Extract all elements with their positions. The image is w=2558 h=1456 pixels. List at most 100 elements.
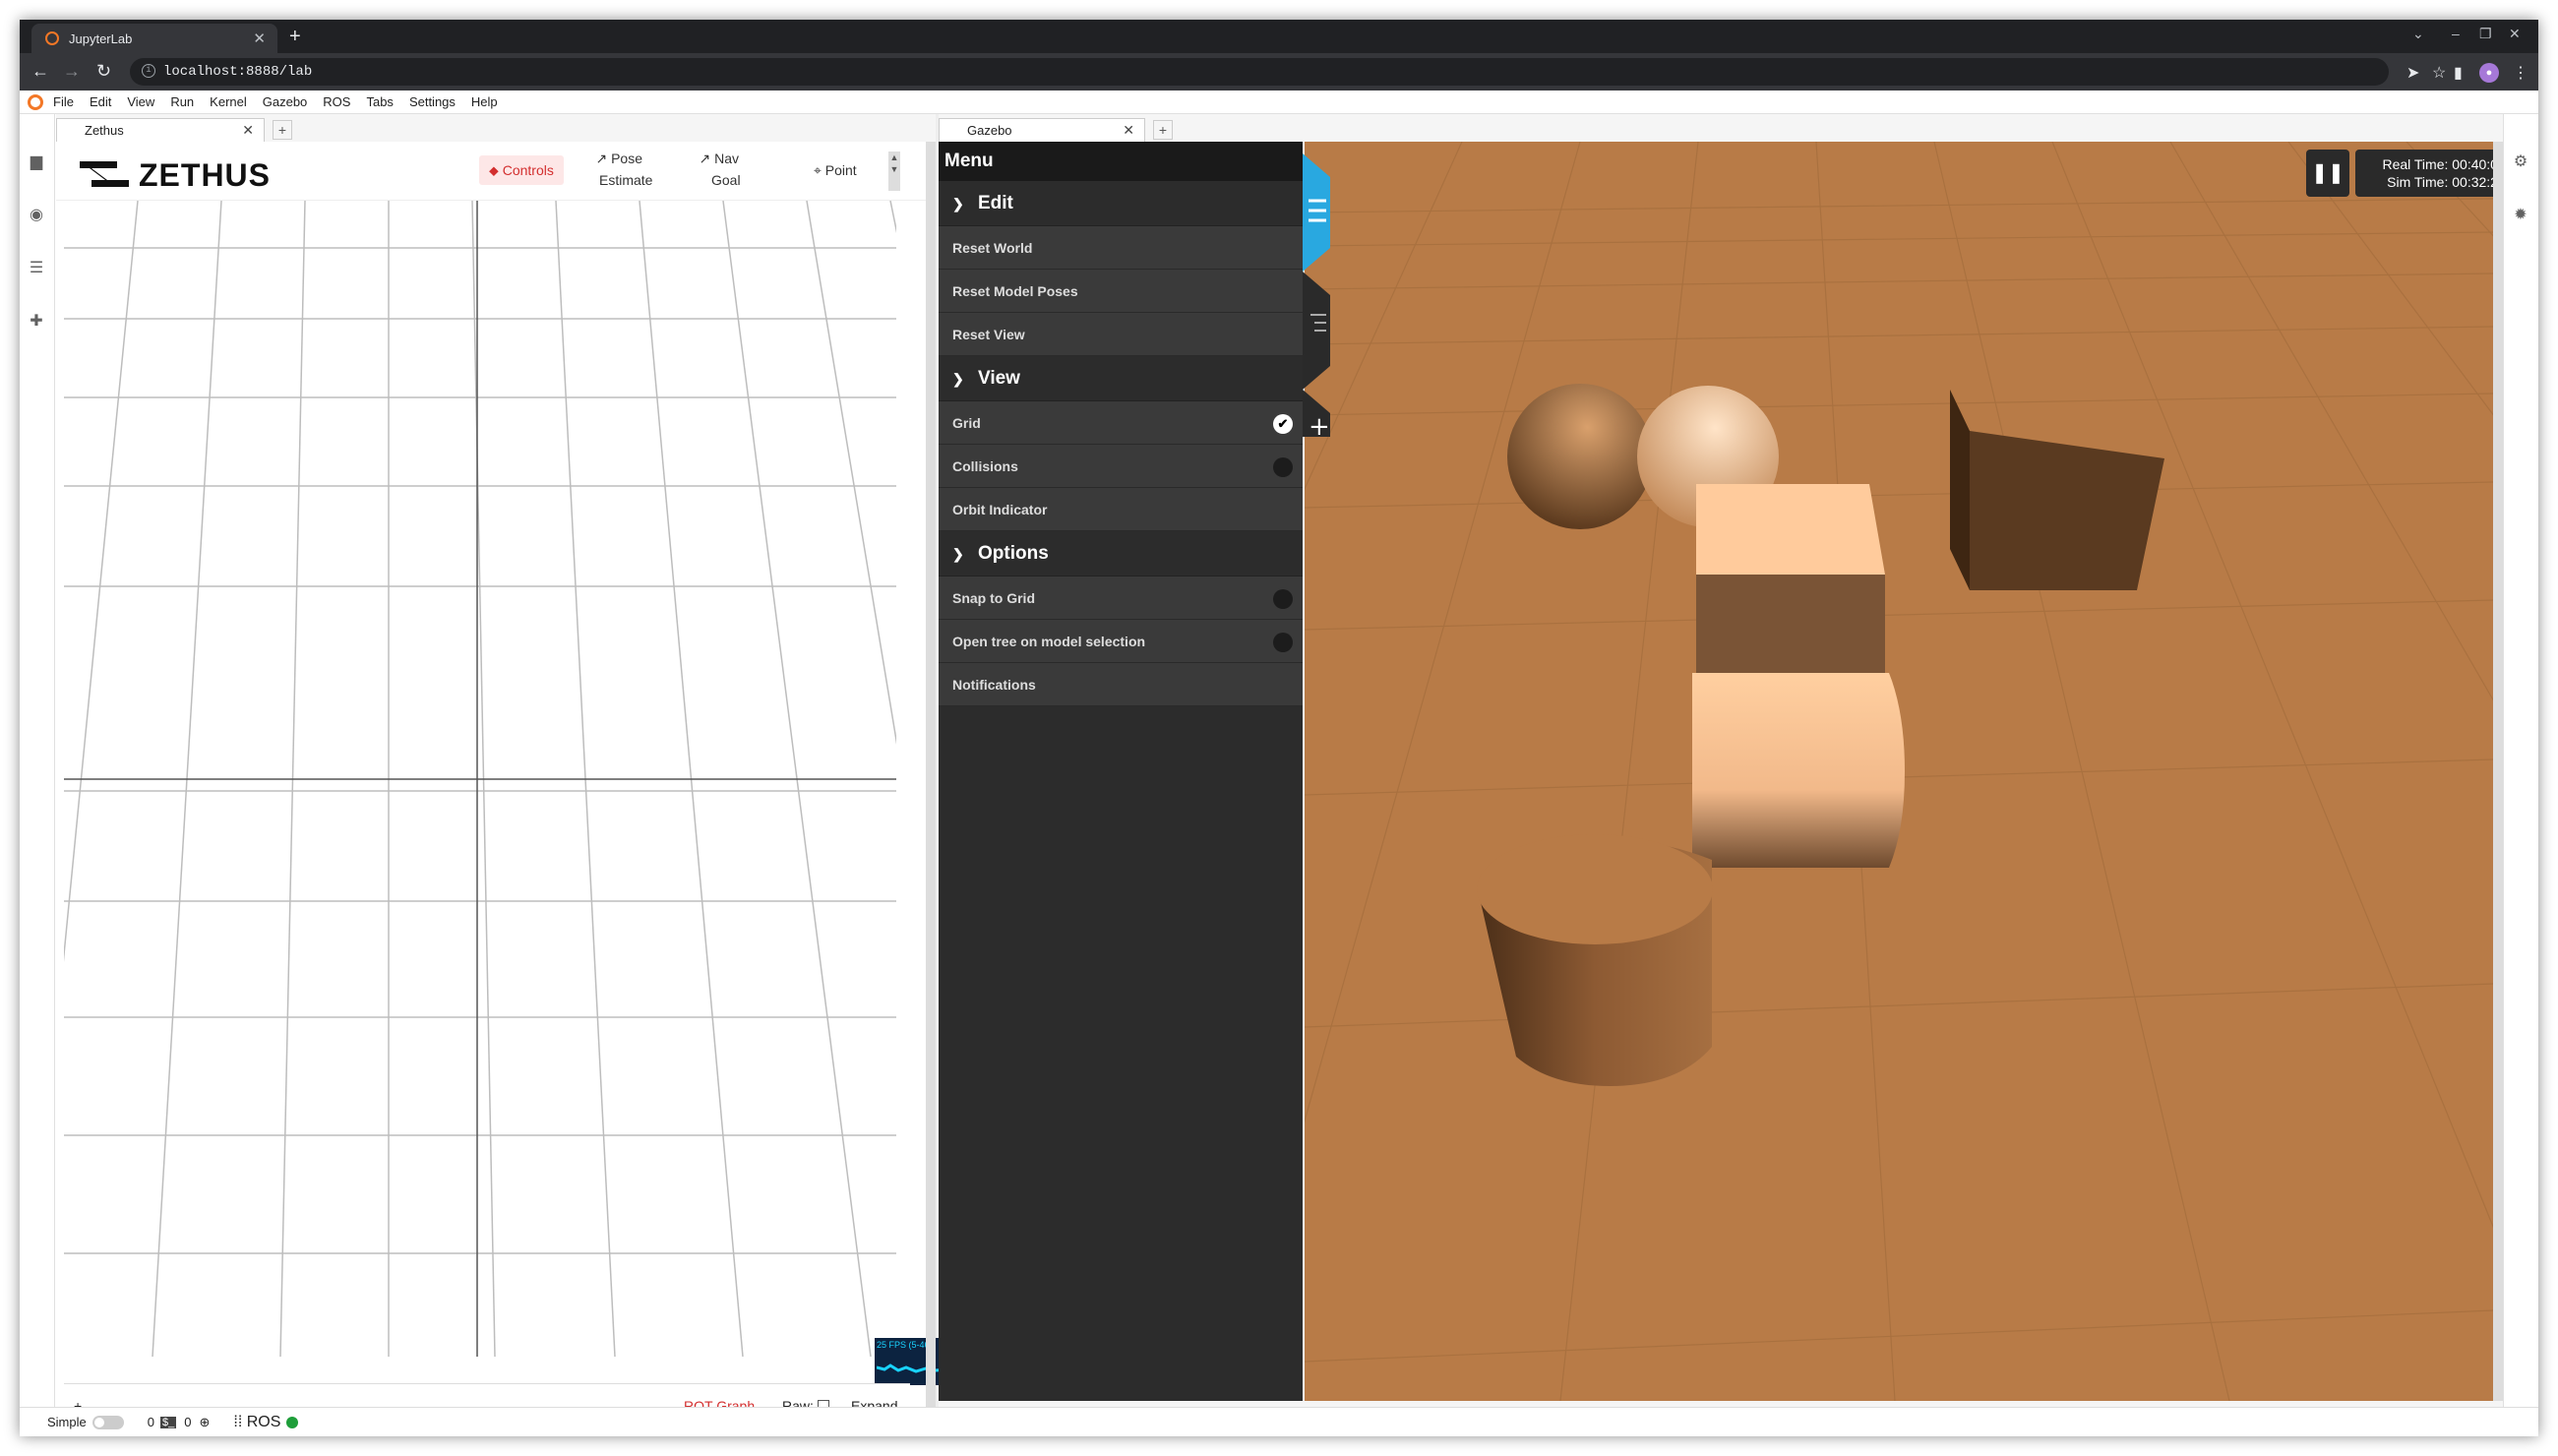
menu-settings[interactable]: Settings xyxy=(409,94,456,109)
fps-text: 25 FPS (5-46) xyxy=(877,1340,933,1350)
open-tree-toggle[interactable] xyxy=(1273,633,1293,652)
cylinder-top xyxy=(1477,834,1713,944)
grid-checked-icon[interactable]: ✔ xyxy=(1273,414,1293,434)
tab-zethus[interactable]: Zethus ✕ xyxy=(56,118,265,142)
url-text: localhost:8888/lab xyxy=(163,64,313,80)
edit-section-header[interactable]: ❯ Edit xyxy=(939,181,1303,226)
chevron-down-icon: ❯ xyxy=(952,196,964,212)
new-tab-button[interactable]: + xyxy=(289,26,301,48)
pose-label-1: Pose xyxy=(611,151,642,166)
minimize-button[interactable]: – xyxy=(2452,26,2460,41)
menu-ros[interactable]: ROS xyxy=(323,94,350,109)
site-info-icon[interactable]: i xyxy=(142,64,155,78)
controls-button[interactable]: ⬥ Controls xyxy=(479,155,564,185)
pause-button[interactable]: ❚❚ xyxy=(2306,150,2349,197)
address-toolbar: ← → ↻ i localhost:8888/lab ➤ ☆ ▮ ● ⋮ xyxy=(20,53,2538,91)
send-icon[interactable]: ➤ xyxy=(2406,63,2419,83)
nav-goal-button[interactable]: ↗ Nav Goal xyxy=(698,148,741,191)
reload-icon[interactable]: ↻ xyxy=(96,61,111,82)
zethus-3d-viewport[interactable] xyxy=(64,201,896,1357)
url-bar[interactable]: i localhost:8888/lab xyxy=(130,58,2389,86)
property-inspector-icon[interactable]: ⚙ xyxy=(2512,153,2529,171)
close-window-button[interactable]: ✕ xyxy=(2509,26,2521,42)
reset-model-poses-item[interactable]: Reset Model Poses xyxy=(939,270,1303,313)
kebab-menu-icon[interactable]: ⋮ xyxy=(2513,63,2528,83)
nav-arrow-icon: ↗ xyxy=(699,151,711,166)
gazebo-3d-viewport[interactable]: ❚❚ Real Time: 00:40:09.845 Sim Time: 00:… xyxy=(1305,142,2493,1401)
bookmark-star-icon[interactable]: ☆ xyxy=(2432,63,2446,83)
back-arrow-icon[interactable]: ← xyxy=(31,61,49,82)
point-button[interactable]: ⌖ Point xyxy=(814,159,857,181)
collisions-item[interactable]: Collisions xyxy=(939,445,1303,488)
ros-label[interactable]: ⁞⁞ ROS xyxy=(233,1414,280,1431)
close-tab-icon[interactable]: ✕ xyxy=(1123,122,1134,139)
menu-file[interactable]: File xyxy=(53,94,74,109)
sim-time-text: Sim Time: 00:32:22.417 xyxy=(2387,174,2493,190)
profile-avatar[interactable]: ● xyxy=(2479,63,2499,83)
tab-zethus-label: Zethus xyxy=(85,123,124,138)
simple-mode-toggle[interactable] xyxy=(91,1415,124,1429)
side-panel-icon[interactable]: ▮ xyxy=(2454,63,2463,83)
gazebo-scrollbar[interactable] xyxy=(2493,142,2503,1401)
toolbar-scroll[interactable]: ▲ ▼ xyxy=(888,152,900,191)
notifications-item[interactable]: Notifications xyxy=(939,663,1303,706)
gazebo-scene xyxy=(1305,142,2493,1401)
edit-section-title: Edit xyxy=(978,193,1013,213)
main-dock-area: Zethus ✕ + ZETHUS ⬥ Controls ↗ Pose Esti… xyxy=(56,114,2503,1430)
terminal-icon: $_ xyxy=(159,1416,177,1428)
chevron-down-icon: ❯ xyxy=(952,546,964,562)
orbit-indicator-item[interactable]: Orbit Indicator xyxy=(939,488,1303,531)
reset-world-item[interactable]: Reset World xyxy=(939,226,1303,270)
menu-tabs[interactable]: Tabs xyxy=(366,94,393,109)
menu-edit[interactable]: Edit xyxy=(90,94,111,109)
horizontal-cylinder-model xyxy=(1692,673,1905,868)
menu-run[interactable]: Run xyxy=(170,94,194,109)
extension-icon[interactable]: ✚ xyxy=(28,313,45,331)
options-section-header[interactable]: ❯ Options xyxy=(939,531,1303,576)
open-tree-item[interactable]: Open tree on model selection xyxy=(939,620,1303,663)
close-tab-icon[interactable]: ✕ xyxy=(242,122,254,139)
running-icon[interactable]: ◉ xyxy=(28,207,45,224)
gazebo-menu-tabs: + xyxy=(1303,153,1330,437)
collisions-toggle[interactable] xyxy=(1273,457,1293,477)
ros-text: ROS xyxy=(246,1413,281,1430)
toc-icon[interactable]: ☰ xyxy=(28,260,45,277)
jupyter-favicon-icon xyxy=(45,31,59,45)
debugger-icon[interactable]: ✹ xyxy=(2512,207,2529,224)
collisions-label: Collisions xyxy=(952,458,1018,474)
tab-search-icon[interactable]: ⌄ xyxy=(2412,26,2424,42)
snap-to-grid-toggle[interactable] xyxy=(1273,589,1293,609)
pose-estimate-button[interactable]: ↗ Pose Estimate xyxy=(585,148,652,191)
terminal-count[interactable]: 0 xyxy=(184,1415,191,1429)
zethus-toolbar: ZETHUS ⬥ Controls ↗ Pose Estimate ↗ Nav … xyxy=(56,142,926,201)
svg-text:+: + xyxy=(1309,412,1330,437)
zethus-grid xyxy=(64,201,896,1357)
view-section-header[interactable]: ❯ View xyxy=(939,356,1303,401)
close-tab-icon[interactable]: ✕ xyxy=(253,30,266,47)
grid-item[interactable]: Grid ✔ xyxy=(939,401,1303,445)
restore-button[interactable]: ❐ xyxy=(2479,26,2492,42)
menu-help[interactable]: Help xyxy=(471,94,498,109)
grid-label: Grid xyxy=(952,415,981,431)
status-bar: Simple 0 $_ 0 ⊕ ⁞⁞ ROS xyxy=(20,1407,2538,1436)
zethus-logo-text: ZETHUS xyxy=(139,157,271,193)
ros-status-dot xyxy=(286,1416,299,1428)
left-sidebar: ▆ ◉ ☰ ✚ xyxy=(20,114,55,1430)
folder-icon[interactable]: ▆ xyxy=(28,153,45,171)
simple-mode-label: Simple xyxy=(47,1415,87,1429)
add-tab-button[interactable]: + xyxy=(1153,120,1173,140)
menu-kernel[interactable]: Kernel xyxy=(210,94,247,109)
snap-to-grid-item[interactable]: Snap to Grid xyxy=(939,576,1303,620)
menu-view[interactable]: View xyxy=(127,94,154,109)
menu-tab-button[interactable] xyxy=(1303,153,1330,272)
menu-gazebo[interactable]: Gazebo xyxy=(263,94,308,109)
browser-tab-title: JupyterLab xyxy=(69,30,133,46)
forward-arrow-icon[interactable]: → xyxy=(63,61,81,82)
reset-view-item[interactable]: Reset View xyxy=(939,313,1303,356)
add-tab-button[interactable]: + xyxy=(273,120,292,140)
zethus-scrollbar[interactable] xyxy=(926,142,936,1430)
browser-tab[interactable]: JupyterLab ✕ xyxy=(31,24,277,53)
tab-gazebo[interactable]: Gazebo ✕ xyxy=(939,118,1145,142)
kernel-count[interactable]: 0 xyxy=(148,1415,154,1429)
box-model xyxy=(1970,431,2164,590)
